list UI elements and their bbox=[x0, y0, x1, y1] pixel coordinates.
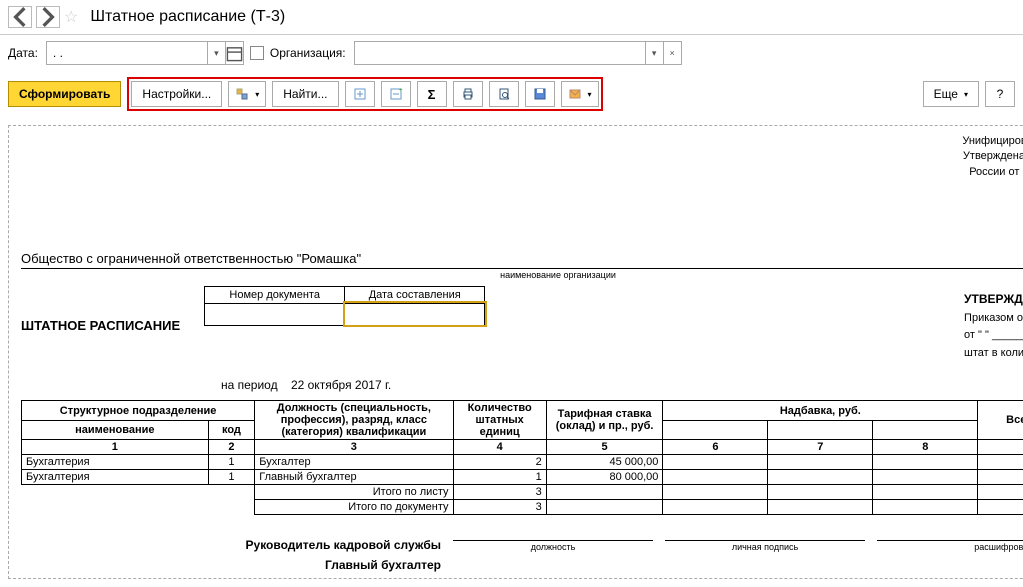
chevron-down-icon: ▾ bbox=[964, 90, 968, 99]
form-by-okud: Форма по ОК bbox=[962, 196, 1023, 211]
form-info-3: России от 5 января 2004 bbox=[962, 165, 1023, 180]
document-title: ШТАТНОЕ РАСПИСАНИЕ bbox=[21, 318, 180, 333]
more-label: Еще bbox=[934, 87, 958, 101]
staff-count: штат в количестве 3 един bbox=[964, 347, 1023, 359]
more-button[interactable]: Еще ▾ bbox=[923, 81, 979, 107]
page-title: Штатное расписание (Т-3) bbox=[90, 8, 285, 26]
help-button[interactable]: ? bbox=[985, 81, 1015, 107]
period-label: на период bbox=[221, 378, 278, 392]
date-picker-button[interactable] bbox=[225, 42, 243, 64]
chevron-down-icon: ▾ bbox=[588, 90, 592, 99]
variants-button[interactable]: ▾ bbox=[228, 81, 266, 107]
send-button[interactable]: ▾ bbox=[561, 81, 599, 107]
sign-hr-label: Руководитель кадровой службы bbox=[21, 538, 441, 552]
col-date: Дата составления bbox=[345, 286, 485, 303]
back-button[interactable] bbox=[8, 6, 32, 28]
table-row[interactable]: Бухгалтерия 1 Главный бухгалтер 1 80 000… bbox=[22, 470, 1023, 485]
by-okpo: по ОК bbox=[962, 212, 1023, 227]
sigma-icon: Σ bbox=[428, 87, 436, 102]
docnum-cell[interactable] bbox=[205, 303, 345, 325]
subtotal-row: Итого по документу 3 80 00 bbox=[22, 500, 1023, 515]
org-input[interactable] bbox=[355, 42, 645, 64]
approved-date: от " " ______________ 20 bbox=[964, 329, 1023, 341]
settings-label: Настройки... bbox=[142, 87, 211, 101]
org-dropdown-button[interactable]: ▾ bbox=[645, 42, 663, 64]
form-info-1: Унифицированная форма bbox=[962, 134, 1023, 149]
subtotal-row: Итого по листу 3 bbox=[22, 485, 1023, 500]
find-button[interactable]: Найти... bbox=[272, 81, 338, 107]
table-row[interactable]: Бухгалтерия 1 Бухгалтер 2 45 000,00 bbox=[22, 455, 1023, 470]
date-cell[interactable] bbox=[345, 303, 485, 325]
help-icon: ? bbox=[997, 87, 1004, 101]
sum-button[interactable]: Σ bbox=[417, 81, 447, 107]
report-document: Унифицированная форма Утверждена Постано… bbox=[8, 125, 1023, 579]
org-clear-button[interactable]: × bbox=[663, 42, 681, 64]
toolbar-highlighted-group: Настройки... ▾ Найти... + Σ ▾ bbox=[127, 77, 602, 111]
org-name: Общество с ограниченной ответственностью… bbox=[21, 251, 1023, 266]
svg-text:+: + bbox=[399, 88, 403, 94]
date-input[interactable] bbox=[47, 42, 207, 64]
approved-by: Приказом организации bbox=[964, 312, 1023, 324]
save-button[interactable] bbox=[525, 81, 555, 107]
find-label: Найти... bbox=[283, 87, 327, 101]
staff-table: Структурное подразделение Должность (спе… bbox=[21, 400, 1023, 515]
expand-groups-button[interactable] bbox=[345, 81, 375, 107]
forward-button[interactable] bbox=[36, 6, 60, 28]
collapse-groups-button[interactable]: + bbox=[381, 81, 411, 107]
form-button-label: Сформировать bbox=[19, 87, 110, 101]
chevron-down-icon: ▾ bbox=[255, 90, 259, 99]
org-caption: наименование организации bbox=[21, 270, 1023, 280]
form-button[interactable]: Сформировать bbox=[8, 81, 121, 107]
org-label: Организация: bbox=[270, 46, 346, 60]
approved-title: УТВЕРЖДЕНО bbox=[964, 292, 1023, 306]
settings-button[interactable]: Настройки... bbox=[131, 81, 222, 107]
org-checkbox[interactable] bbox=[250, 46, 264, 60]
form-info-2: Утверждена Постановлен bbox=[962, 149, 1023, 164]
sign-accountant-label: Главный бухгалтер bbox=[21, 558, 441, 572]
preview-button[interactable] bbox=[489, 81, 519, 107]
date-label: Дата: bbox=[8, 46, 38, 60]
period-value: 22 октября 2017 г. bbox=[291, 378, 391, 392]
col-docnum: Номер документа bbox=[205, 286, 345, 303]
date-dropdown-button[interactable]: ▾ bbox=[207, 42, 225, 64]
favorite-icon[interactable]: ☆ bbox=[64, 7, 78, 27]
print-button[interactable] bbox=[453, 81, 483, 107]
doc-meta-table: Номер документа Дата составления bbox=[204, 286, 485, 326]
